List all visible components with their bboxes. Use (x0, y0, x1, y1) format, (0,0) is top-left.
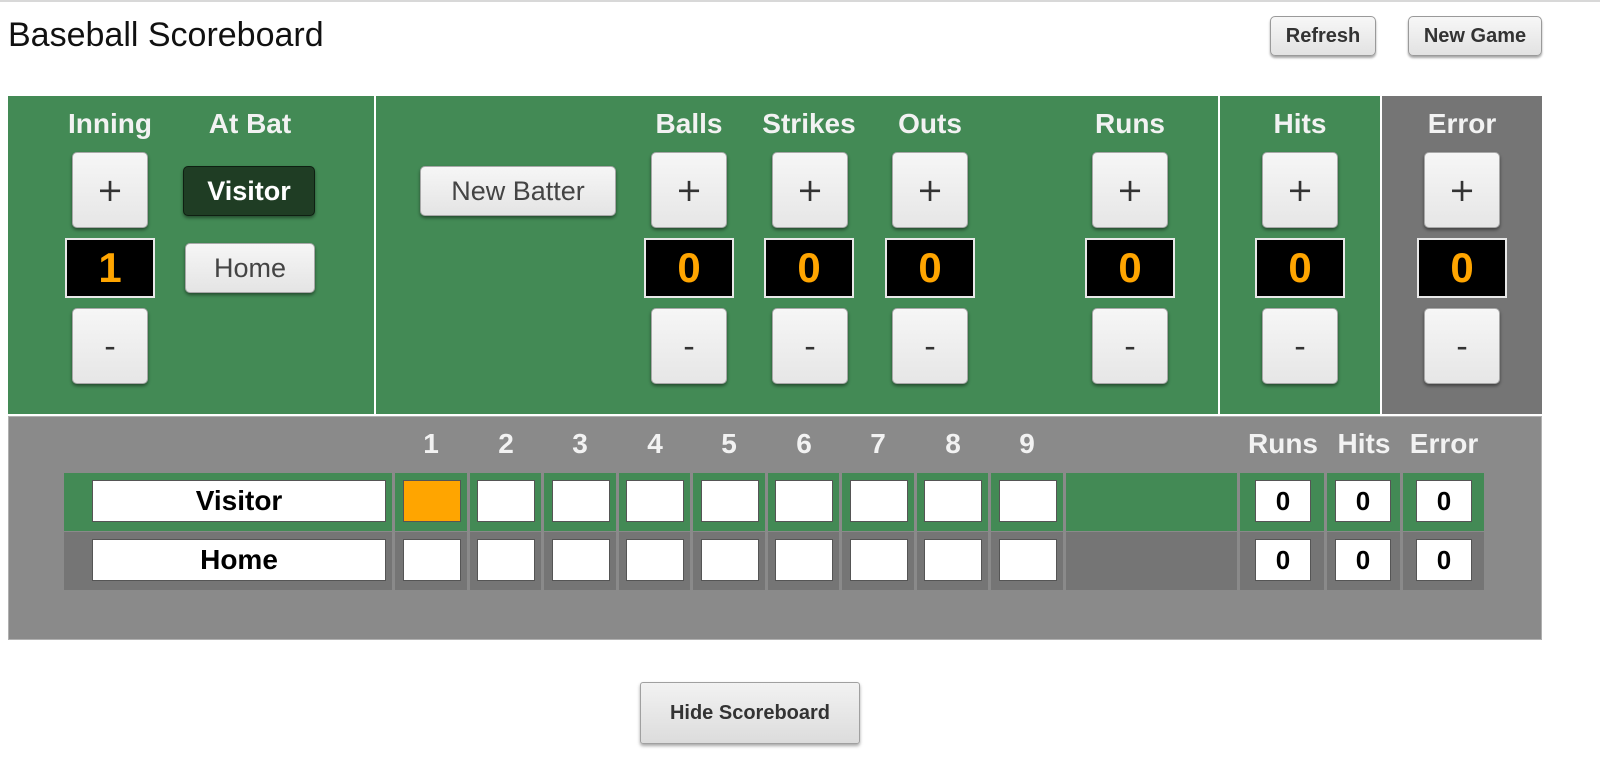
home-row: Home 0 0 0 (64, 532, 1484, 590)
visitor-inning-8-cell[interactable] (924, 480, 982, 522)
home-inning-7-cell[interactable] (850, 539, 908, 581)
hits-panel: Hits + 0 - (1220, 96, 1380, 414)
visitor-team-name: Visitor (92, 480, 386, 522)
inning-header-1: 1 (423, 428, 439, 459)
new-game-button[interactable]: New Game (1408, 16, 1542, 56)
visitor-inning-4-cell[interactable] (626, 480, 684, 522)
plus-icon: + (1116, 171, 1144, 209)
plus-icon: + (916, 171, 944, 209)
new-batter-button[interactable]: New Batter (420, 166, 616, 216)
visitor-inning-3-cell[interactable] (552, 480, 610, 522)
top-divider (0, 0, 1600, 2)
at-bat-home-button[interactable]: Home (185, 243, 315, 293)
inning-header-4: 4 (647, 428, 663, 459)
outs-display: 0 (885, 238, 975, 298)
minus-icon: - (804, 327, 816, 365)
outs-minus-button[interactable]: - (892, 308, 968, 384)
inning-header-7: 7 (870, 428, 886, 459)
runs-plus-button[interactable]: + (1092, 152, 1168, 228)
outs-plus-button[interactable]: + (892, 152, 968, 228)
count-panel: New Batter Balls + 0 - Strikes + 0 - Out… (376, 96, 1218, 414)
inning-display: 1 (65, 238, 155, 298)
balls-display: 0 (644, 238, 734, 298)
home-inning-4-cell[interactable] (626, 539, 684, 581)
home-team-name: Home (92, 539, 386, 581)
inning-header-9: 9 (1019, 428, 1035, 459)
inning-header-3: 3 (572, 428, 588, 459)
visitor-runs-total: 0 (1255, 480, 1311, 522)
error-plus-button[interactable]: + (1424, 152, 1500, 228)
visitor-inning-5-cell[interactable] (701, 480, 759, 522)
home-inning-9-cell[interactable] (999, 539, 1057, 581)
strikes-plus-button[interactable]: + (772, 152, 848, 228)
balls-plus-button[interactable]: + (651, 152, 727, 228)
hits-minus-button[interactable]: - (1262, 308, 1338, 384)
visitor-hits-total: 0 (1335, 480, 1391, 522)
minus-icon: - (683, 327, 695, 365)
hide-scoreboard-button[interactable]: Hide Scoreboard (640, 682, 860, 744)
home-inning-2-cell[interactable] (477, 539, 535, 581)
plus-icon: + (1448, 171, 1476, 209)
runs-minus-button[interactable]: - (1092, 308, 1168, 384)
strikes-label: Strikes (762, 108, 856, 139)
runs-display: 0 (1085, 238, 1175, 298)
page-title: Baseball Scoreboard (8, 16, 324, 54)
home-inning-8-cell[interactable] (924, 539, 982, 581)
home-inning-5-cell[interactable] (701, 539, 759, 581)
minus-icon: - (924, 327, 936, 365)
visitor-inning-1-cell[interactable] (403, 480, 461, 522)
plus-icon: + (675, 171, 703, 209)
totals-header-error: Error (1409, 428, 1479, 459)
inning-minus-button[interactable]: - (72, 308, 148, 384)
error-panel: Error + 0 - (1382, 96, 1542, 414)
visitor-inning-2-cell[interactable] (477, 480, 535, 522)
balls-label: Balls (655, 108, 723, 139)
error-minus-button[interactable]: - (1424, 308, 1500, 384)
inning-header-6: 6 (796, 428, 812, 459)
home-hits-total: 0 (1335, 539, 1391, 581)
runs-label: Runs (1095, 108, 1165, 139)
inning-header-8: 8 (945, 428, 961, 459)
visitor-row: Visitor 0 0 0 (64, 473, 1484, 531)
home-inning-6-cell[interactable] (775, 539, 833, 581)
outs-label: Outs (898, 108, 962, 139)
minus-icon: - (1456, 327, 1468, 365)
home-error-total: 0 (1416, 539, 1472, 581)
minus-icon: - (1294, 327, 1306, 365)
visitor-inning-7-cell[interactable] (850, 480, 908, 522)
visitor-inning-6-cell[interactable] (775, 480, 833, 522)
plus-icon: + (96, 171, 124, 209)
plus-icon: + (796, 171, 824, 209)
hits-plus-button[interactable]: + (1262, 152, 1338, 228)
home-inning-3-cell[interactable] (552, 539, 610, 581)
hits-display: 0 (1255, 238, 1345, 298)
refresh-button[interactable]: Refresh (1270, 16, 1376, 56)
inning-at-bat-panel: Inning At Bat + 1 - Visitor Home (8, 96, 374, 414)
visitor-inning-9-cell[interactable] (999, 480, 1057, 522)
inning-header-2: 2 (498, 428, 514, 459)
error-display: 0 (1417, 238, 1507, 298)
strikes-minus-button[interactable]: - (772, 308, 848, 384)
at-bat-visitor-button[interactable]: Visitor (183, 166, 315, 216)
hits-label: Hits (1273, 108, 1327, 139)
totals-header-runs: Runs (1248, 428, 1318, 459)
home-runs-total: 0 (1255, 539, 1311, 581)
totals-header-hits: Hits (1337, 428, 1391, 459)
balls-minus-button[interactable]: - (651, 308, 727, 384)
error-label: Error (1427, 108, 1497, 139)
inning-label: Inning (68, 108, 152, 139)
home-inning-1-cell[interactable] (403, 539, 461, 581)
plus-icon: + (1286, 171, 1314, 209)
at-bat-label: At Bat (208, 108, 292, 139)
inning-plus-button[interactable]: + (72, 152, 148, 228)
strikes-display: 0 (764, 238, 854, 298)
minus-icon: - (104, 327, 116, 365)
minus-icon: - (1124, 327, 1136, 365)
visitor-error-total: 0 (1416, 480, 1472, 522)
inning-header-5: 5 (721, 428, 737, 459)
